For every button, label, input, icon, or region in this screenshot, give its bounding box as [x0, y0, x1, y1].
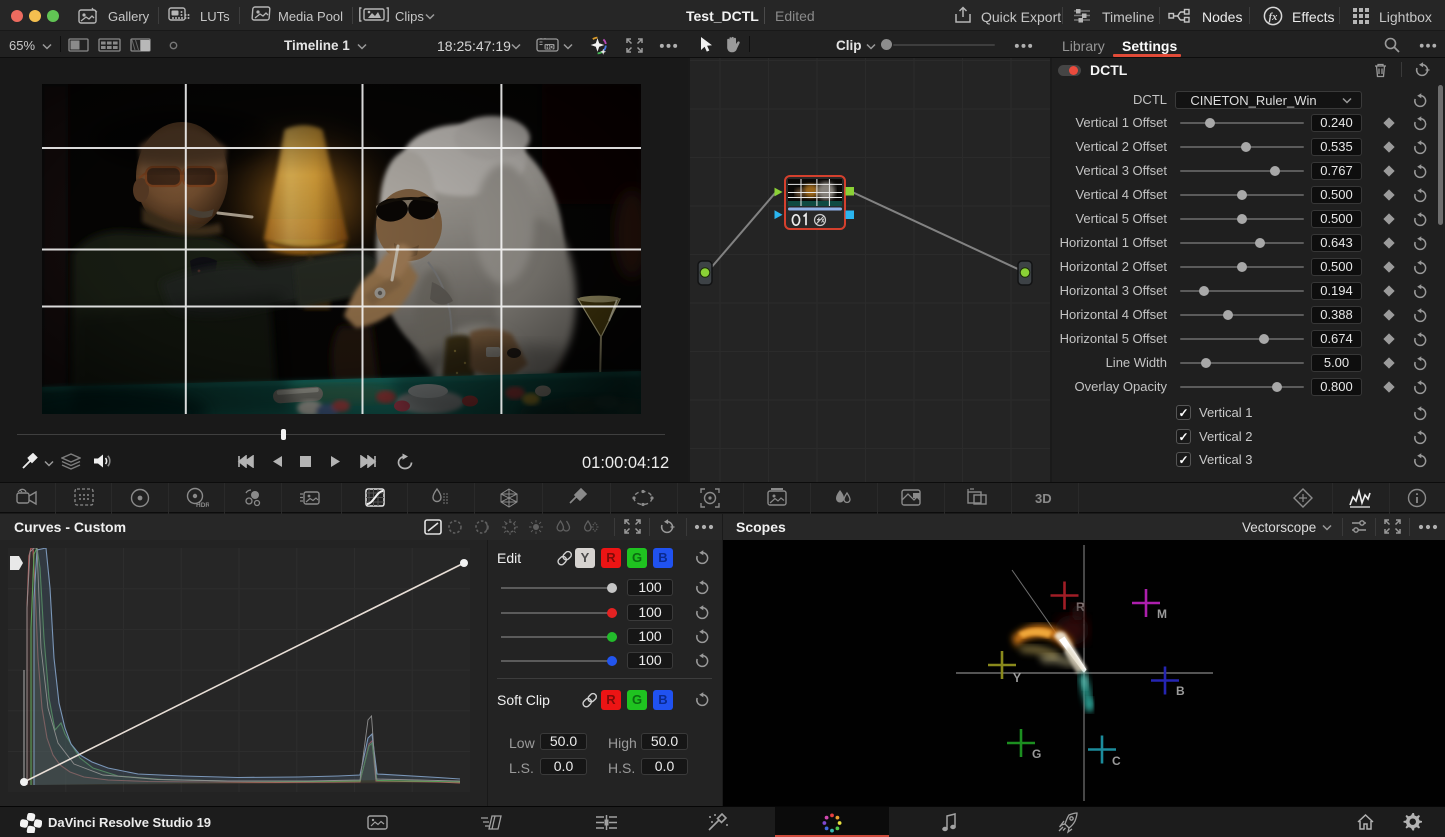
- svg-text:C: C: [1112, 754, 1121, 768]
- svg-text:M: M: [1157, 607, 1167, 621]
- svg-text:HQ: HQ: [545, 45, 554, 51]
- svg-text:fx: fx: [1269, 12, 1278, 23]
- svg-text:3D: 3D: [1035, 491, 1052, 506]
- svg-text:Y: Y: [1013, 671, 1021, 685]
- svg-text:HDR: HDR: [196, 502, 209, 509]
- svg-text:B: B: [1176, 684, 1185, 698]
- svg-text:G: G: [1032, 747, 1041, 761]
